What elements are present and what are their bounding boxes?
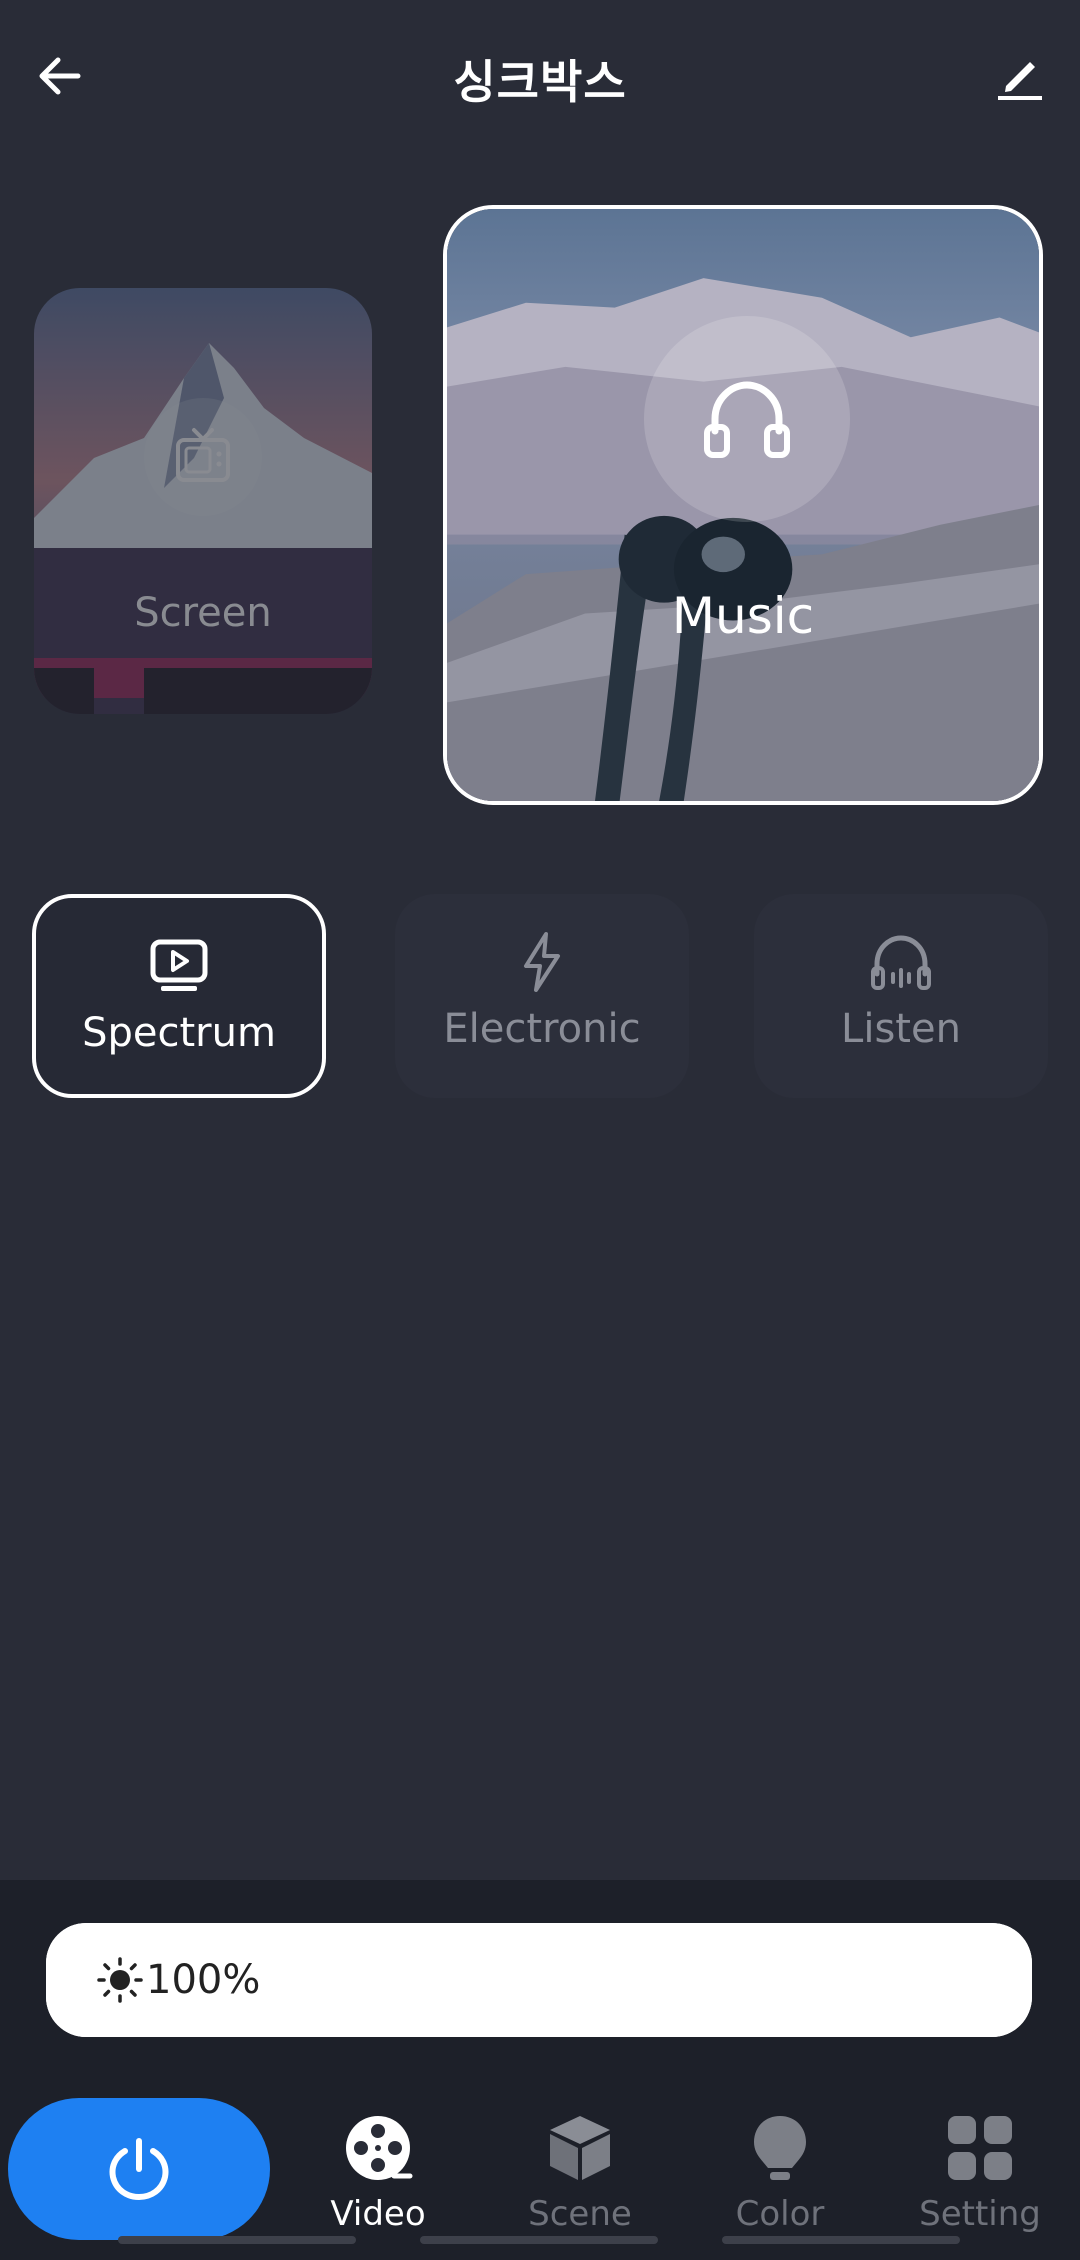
sun-icon	[97, 1957, 143, 2003]
brightness-value: 100%	[146, 1957, 261, 2003]
music-mode-card[interactable]: Music	[443, 205, 1043, 805]
film-reel-icon	[346, 2116, 413, 2180]
edit-button[interactable]	[988, 44, 1052, 108]
nav-scene-label: Scene	[528, 2194, 632, 2234]
home-indicator-segment	[118, 2236, 356, 2244]
brightness-slider[interactable]: 100%	[46, 1923, 1032, 2037]
music-card-label: Music	[671, 587, 815, 645]
power-icon	[109, 2138, 169, 2201]
page-title: 싱크박스	[453, 55, 627, 109]
headphones-wave-icon	[871, 935, 931, 990]
mode-listen-button[interactable]: Listen	[754, 894, 1048, 1098]
cube-icon	[550, 2116, 610, 2180]
monitor-play-icon	[150, 939, 208, 991]
mode-spectrum-button[interactable]: Spectrum	[32, 894, 326, 1098]
lightning-icon	[524, 932, 560, 992]
nav-setting-label: Setting	[919, 2194, 1041, 2234]
home-indicator-segment	[722, 2236, 960, 2244]
screen-icon-circle	[144, 398, 262, 516]
headphones-icon	[704, 381, 790, 458]
nav-video[interactable]: Video	[288, 2112, 468, 2242]
power-button[interactable]	[8, 2098, 270, 2240]
nav-setting[interactable]: Setting	[890, 2112, 1070, 2242]
screen-mode-card[interactable]: Screen	[34, 288, 372, 714]
music-icon-circle	[644, 316, 850, 522]
pencil-icon	[998, 62, 1042, 100]
mode-spectrum-label: Spectrum	[82, 1010, 276, 1056]
nav-video-label: Video	[330, 2194, 426, 2234]
mode-electronic-button[interactable]: Electronic	[395, 894, 689, 1098]
nav-scene[interactable]: Scene	[490, 2112, 670, 2242]
home-indicator-segment	[420, 2236, 658, 2244]
header: 싱크박스	[0, 0, 1080, 160]
bulb-icon	[754, 2116, 806, 2180]
tv-icon	[176, 428, 230, 482]
grid-icon	[948, 2116, 1012, 2180]
nav-color-label: Color	[735, 2194, 825, 2234]
mode-electronic-label: Electronic	[443, 1006, 641, 1052]
nav-color[interactable]: Color	[690, 2112, 870, 2242]
mode-listen-label: Listen	[841, 1006, 961, 1052]
screen-card-label: Screen	[134, 590, 272, 636]
